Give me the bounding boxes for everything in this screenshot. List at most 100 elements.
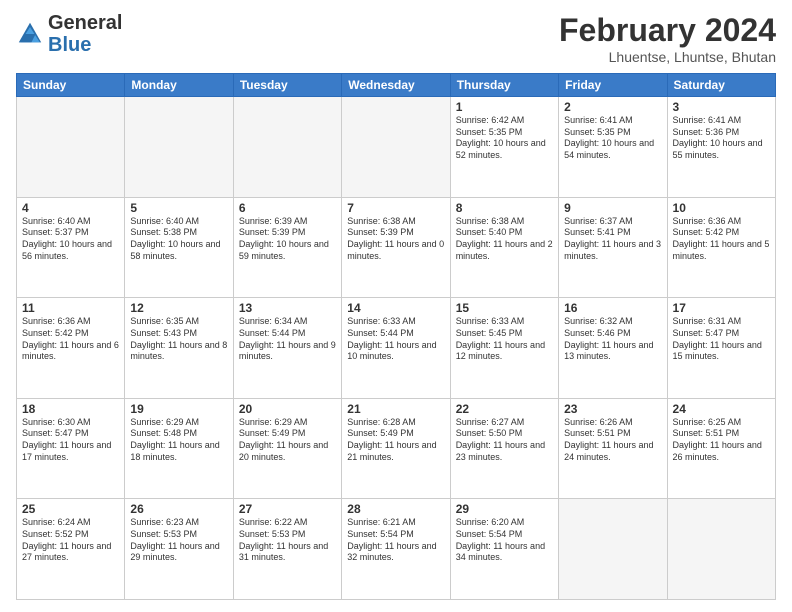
day-number: 25	[22, 502, 119, 516]
day-number: 27	[239, 502, 336, 516]
day-cell: 22Sunrise: 6:27 AM Sunset: 5:50 PM Dayli…	[450, 398, 558, 499]
day-cell: 11Sunrise: 6:36 AM Sunset: 5:42 PM Dayli…	[17, 298, 125, 399]
title-section: February 2024 Lhuentse, Lhuntse, Bhutan	[559, 12, 776, 65]
day-cell: 19Sunrise: 6:29 AM Sunset: 5:48 PM Dayli…	[125, 398, 233, 499]
day-cell: 20Sunrise: 6:29 AM Sunset: 5:49 PM Dayli…	[233, 398, 341, 499]
day-cell: 10Sunrise: 6:36 AM Sunset: 5:42 PM Dayli…	[667, 197, 775, 298]
day-number: 26	[130, 502, 227, 516]
day-number: 18	[22, 402, 119, 416]
day-cell: 18Sunrise: 6:30 AM Sunset: 5:47 PM Dayli…	[17, 398, 125, 499]
day-number: 7	[347, 201, 444, 215]
header-row: SundayMondayTuesdayWednesdayThursdayFrid…	[17, 74, 776, 97]
day-number: 29	[456, 502, 553, 516]
day-number: 21	[347, 402, 444, 416]
day-number: 19	[130, 402, 227, 416]
day-info: Sunrise: 6:32 AM Sunset: 5:46 PM Dayligh…	[564, 316, 661, 363]
day-cell: 16Sunrise: 6:32 AM Sunset: 5:46 PM Dayli…	[559, 298, 667, 399]
logo-blue: Blue	[48, 34, 91, 56]
day-info: Sunrise: 6:36 AM Sunset: 5:42 PM Dayligh…	[673, 216, 770, 263]
day-cell	[342, 97, 450, 198]
day-cell	[125, 97, 233, 198]
day-cell: 24Sunrise: 6:25 AM Sunset: 5:51 PM Dayli…	[667, 398, 775, 499]
col-header-thursday: Thursday	[450, 74, 558, 97]
day-number: 16	[564, 301, 661, 315]
logo: General Blue	[16, 12, 122, 56]
day-cell: 23Sunrise: 6:26 AM Sunset: 5:51 PM Dayli…	[559, 398, 667, 499]
day-cell: 14Sunrise: 6:33 AM Sunset: 5:44 PM Dayli…	[342, 298, 450, 399]
col-header-sunday: Sunday	[17, 74, 125, 97]
day-info: Sunrise: 6:37 AM Sunset: 5:41 PM Dayligh…	[564, 216, 661, 263]
header: General Blue February 2024 Lhuentse, Lhu…	[16, 12, 776, 65]
day-info: Sunrise: 6:22 AM Sunset: 5:53 PM Dayligh…	[239, 517, 336, 564]
day-info: Sunrise: 6:41 AM Sunset: 5:36 PM Dayligh…	[673, 115, 770, 162]
day-number: 14	[347, 301, 444, 315]
day-info: Sunrise: 6:25 AM Sunset: 5:51 PM Dayligh…	[673, 417, 770, 464]
day-number: 6	[239, 201, 336, 215]
day-number: 4	[22, 201, 119, 215]
day-cell: 3Sunrise: 6:41 AM Sunset: 5:36 PM Daylig…	[667, 97, 775, 198]
day-cell: 7Sunrise: 6:38 AM Sunset: 5:39 PM Daylig…	[342, 197, 450, 298]
day-cell: 8Sunrise: 6:38 AM Sunset: 5:40 PM Daylig…	[450, 197, 558, 298]
day-cell: 28Sunrise: 6:21 AM Sunset: 5:54 PM Dayli…	[342, 499, 450, 600]
day-cell: 26Sunrise: 6:23 AM Sunset: 5:53 PM Dayli…	[125, 499, 233, 600]
day-cell: 13Sunrise: 6:34 AM Sunset: 5:44 PM Dayli…	[233, 298, 341, 399]
day-info: Sunrise: 6:38 AM Sunset: 5:40 PM Dayligh…	[456, 216, 553, 263]
col-header-monday: Monday	[125, 74, 233, 97]
col-header-wednesday: Wednesday	[342, 74, 450, 97]
day-number: 22	[456, 402, 553, 416]
day-number: 23	[564, 402, 661, 416]
day-cell	[17, 97, 125, 198]
week-row-0: 1Sunrise: 6:42 AM Sunset: 5:35 PM Daylig…	[17, 97, 776, 198]
day-info: Sunrise: 6:29 AM Sunset: 5:48 PM Dayligh…	[130, 417, 227, 464]
logo-general: General	[48, 12, 122, 34]
week-row-4: 25Sunrise: 6:24 AM Sunset: 5:52 PM Dayli…	[17, 499, 776, 600]
day-info: Sunrise: 6:26 AM Sunset: 5:51 PM Dayligh…	[564, 417, 661, 464]
day-number: 20	[239, 402, 336, 416]
day-cell	[667, 499, 775, 600]
day-info: Sunrise: 6:31 AM Sunset: 5:47 PM Dayligh…	[673, 316, 770, 363]
day-number: 10	[673, 201, 770, 215]
day-cell: 15Sunrise: 6:33 AM Sunset: 5:45 PM Dayli…	[450, 298, 558, 399]
day-info: Sunrise: 6:39 AM Sunset: 5:39 PM Dayligh…	[239, 216, 336, 263]
day-number: 28	[347, 502, 444, 516]
day-info: Sunrise: 6:27 AM Sunset: 5:50 PM Dayligh…	[456, 417, 553, 464]
week-row-3: 18Sunrise: 6:30 AM Sunset: 5:47 PM Dayli…	[17, 398, 776, 499]
month-year: February 2024	[559, 12, 776, 49]
day-info: Sunrise: 6:42 AM Sunset: 5:35 PM Dayligh…	[456, 115, 553, 162]
day-cell: 21Sunrise: 6:28 AM Sunset: 5:49 PM Dayli…	[342, 398, 450, 499]
day-number: 8	[456, 201, 553, 215]
day-cell: 9Sunrise: 6:37 AM Sunset: 5:41 PM Daylig…	[559, 197, 667, 298]
day-info: Sunrise: 6:21 AM Sunset: 5:54 PM Dayligh…	[347, 517, 444, 564]
day-number: 1	[456, 100, 553, 114]
day-cell: 12Sunrise: 6:35 AM Sunset: 5:43 PM Dayli…	[125, 298, 233, 399]
day-info: Sunrise: 6:34 AM Sunset: 5:44 PM Dayligh…	[239, 316, 336, 363]
day-number: 17	[673, 301, 770, 315]
day-info: Sunrise: 6:28 AM Sunset: 5:49 PM Dayligh…	[347, 417, 444, 464]
day-cell: 29Sunrise: 6:20 AM Sunset: 5:54 PM Dayli…	[450, 499, 558, 600]
day-number: 9	[564, 201, 661, 215]
day-info: Sunrise: 6:23 AM Sunset: 5:53 PM Dayligh…	[130, 517, 227, 564]
col-header-friday: Friday	[559, 74, 667, 97]
day-number: 13	[239, 301, 336, 315]
day-info: Sunrise: 6:24 AM Sunset: 5:52 PM Dayligh…	[22, 517, 119, 564]
logo-text: General Blue	[48, 12, 122, 56]
week-row-1: 4Sunrise: 6:40 AM Sunset: 5:37 PM Daylig…	[17, 197, 776, 298]
day-info: Sunrise: 6:20 AM Sunset: 5:54 PM Dayligh…	[456, 517, 553, 564]
day-cell	[233, 97, 341, 198]
day-cell: 1Sunrise: 6:42 AM Sunset: 5:35 PM Daylig…	[450, 97, 558, 198]
day-info: Sunrise: 6:29 AM Sunset: 5:49 PM Dayligh…	[239, 417, 336, 464]
day-number: 3	[673, 100, 770, 114]
day-info: Sunrise: 6:36 AM Sunset: 5:42 PM Dayligh…	[22, 316, 119, 363]
day-number: 2	[564, 100, 661, 114]
day-info: Sunrise: 6:30 AM Sunset: 5:47 PM Dayligh…	[22, 417, 119, 464]
day-cell	[559, 499, 667, 600]
day-cell: 2Sunrise: 6:41 AM Sunset: 5:35 PM Daylig…	[559, 97, 667, 198]
day-cell: 17Sunrise: 6:31 AM Sunset: 5:47 PM Dayli…	[667, 298, 775, 399]
day-cell: 4Sunrise: 6:40 AM Sunset: 5:37 PM Daylig…	[17, 197, 125, 298]
day-info: Sunrise: 6:41 AM Sunset: 5:35 PM Dayligh…	[564, 115, 661, 162]
day-number: 12	[130, 301, 227, 315]
day-number: 15	[456, 301, 553, 315]
day-cell: 6Sunrise: 6:39 AM Sunset: 5:39 PM Daylig…	[233, 197, 341, 298]
logo-icon	[16, 20, 44, 48]
day-info: Sunrise: 6:33 AM Sunset: 5:45 PM Dayligh…	[456, 316, 553, 363]
